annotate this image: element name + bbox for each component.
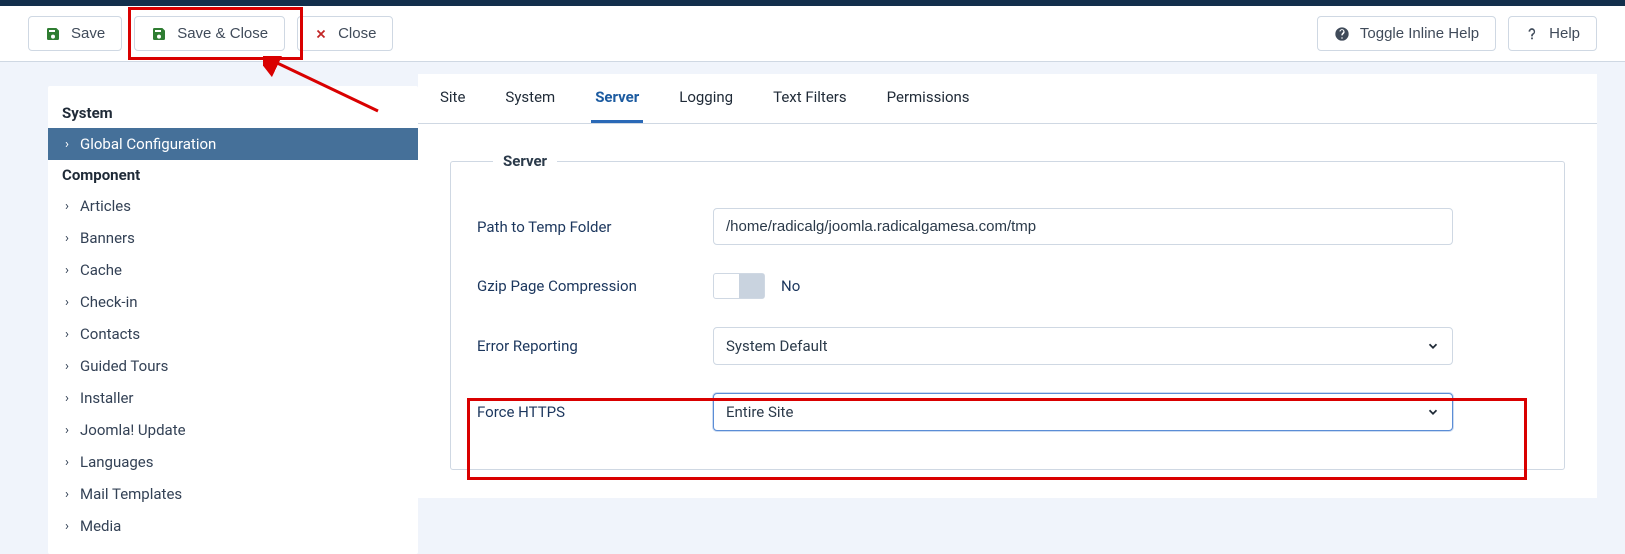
save-close-button[interactable]: Save & Close [134, 16, 285, 51]
sidebar-item[interactable]: › Mail Templates [48, 478, 418, 510]
tab-text-filters[interactable]: Text Filters [769, 74, 851, 123]
gzip-value: No [781, 277, 800, 295]
gzip-label: Gzip Page Compression [473, 277, 713, 295]
chevron-right-icon: › [62, 231, 72, 246]
tabs: Site System Server Logging Text Filters … [418, 74, 1597, 124]
field-gzip: Gzip Page Compression No [473, 259, 1542, 313]
chevron-right-icon: › [62, 137, 72, 152]
question-circle-icon [1334, 26, 1350, 42]
chevron-right-icon: › [62, 199, 72, 214]
sidebar-item[interactable]: › Joomla! Update [48, 414, 418, 446]
field-force-https: Force HTTPS Entire Site [473, 379, 1542, 445]
server-panel: Server Path to Temp Folder Gzip Page Com… [418, 124, 1597, 498]
close-label: Close [338, 25, 376, 42]
sidebar-item[interactable]: › Contacts [48, 318, 418, 350]
field-temp-path: Path to Temp Folder [473, 194, 1542, 259]
help-button[interactable]: Help [1508, 16, 1597, 51]
force-https-select[interactable]: Entire Site [713, 393, 1453, 431]
chevron-right-icon: › [62, 487, 72, 502]
chevron-right-icon: › [62, 327, 72, 342]
sidebar-item[interactable]: › Languages [48, 446, 418, 478]
sidebar-item-global-configuration[interactable]: › Global Configuration [48, 128, 418, 160]
toggle-inline-help-button[interactable]: Toggle Inline Help [1317, 16, 1496, 51]
force-https-label: Force HTTPS [473, 403, 713, 421]
sidebar-item[interactable]: › Media [48, 510, 418, 542]
tab-logging[interactable]: Logging [675, 74, 737, 123]
chevron-down-icon [1426, 405, 1440, 419]
sidebar-item-label: Mail Templates [80, 485, 182, 503]
sidebar-item[interactable]: › Cache [48, 254, 418, 286]
sidebar-item[interactable]: › Articles [48, 190, 418, 222]
server-fieldset: Server Path to Temp Folder Gzip Page Com… [450, 152, 1565, 470]
save-close-label: Save & Close [177, 25, 268, 42]
force-https-value: Entire Site [726, 403, 793, 421]
save-icon [151, 26, 167, 42]
sidebar-item[interactable]: › Installer [48, 382, 418, 414]
save-label: Save [71, 25, 105, 42]
tab-system[interactable]: System [501, 74, 559, 123]
sidebar-item-label: Articles [80, 197, 131, 215]
save-icon [45, 26, 61, 42]
sidebar-item-label: Media [80, 517, 121, 535]
sidebar-item[interactable]: › Check-in [48, 286, 418, 318]
toolbar-right: Toggle Inline Help Help [1317, 16, 1597, 51]
tab-permissions[interactable]: Permissions [883, 74, 974, 123]
sidebar-item-label: Joomla! Update [80, 421, 186, 439]
server-legend: Server [493, 152, 557, 170]
sidebar-item-label: Contacts [80, 325, 140, 343]
close-button[interactable]: Close [297, 16, 393, 51]
main-layout: System › Global Configuration Component … [0, 62, 1625, 554]
sidebar-item[interactable]: › Banners [48, 222, 418, 254]
chevron-right-icon: › [62, 391, 72, 406]
gzip-toggle[interactable] [713, 273, 765, 299]
chevron-right-icon: › [62, 519, 72, 534]
toolbar-left: Save Save & Close Close [28, 16, 393, 51]
chevron-right-icon: › [62, 423, 72, 438]
sidebar-item-label: Banners [80, 229, 135, 247]
toggle-help-label: Toggle Inline Help [1360, 25, 1479, 42]
chevron-down-icon [1426, 339, 1440, 353]
chevron-right-icon: › [62, 359, 72, 374]
sidebar-item-label: Languages [80, 453, 154, 471]
sidebar-item-label: Global Configuration [80, 135, 216, 153]
temp-path-input[interactable] [713, 208, 1453, 245]
sidebar-item-label: Cache [80, 261, 122, 279]
tab-site[interactable]: Site [436, 74, 469, 123]
chevron-right-icon: › [62, 263, 72, 278]
sidebar-component-heading: Component [48, 160, 418, 190]
help-label: Help [1549, 25, 1580, 42]
save-button[interactable]: Save [28, 16, 122, 51]
field-error-reporting: Error Reporting System Default [473, 313, 1542, 379]
question-icon [1525, 26, 1539, 42]
close-icon [314, 27, 328, 41]
sidebar-component-list: › Articles › Banners › Cache › Check-in › Contact… [48, 190, 418, 542]
content-area: Site System Server Logging Text Filters … [418, 74, 1597, 498]
temp-path-label: Path to Temp Folder [473, 218, 713, 236]
chevron-right-icon: › [62, 455, 72, 470]
sidebar-item-label: Guided Tours [80, 357, 168, 375]
sidebar-system-heading: System [48, 98, 418, 128]
toggle-knob [739, 274, 764, 298]
sidebar-item-label: Installer [80, 389, 134, 407]
sidebar-item-label: Check-in [80, 293, 138, 311]
toolbar: Save Save & Close Close Toggle Inline He… [0, 6, 1625, 62]
sidebar: System › Global Configuration Component … [48, 86, 418, 554]
tab-server[interactable]: Server [591, 74, 643, 123]
sidebar-item[interactable]: › Guided Tours [48, 350, 418, 382]
error-reporting-select[interactable]: System Default [713, 327, 1453, 365]
error-reporting-label: Error Reporting [473, 337, 713, 355]
error-reporting-value: System Default [726, 337, 827, 355]
chevron-right-icon: › [62, 295, 72, 310]
